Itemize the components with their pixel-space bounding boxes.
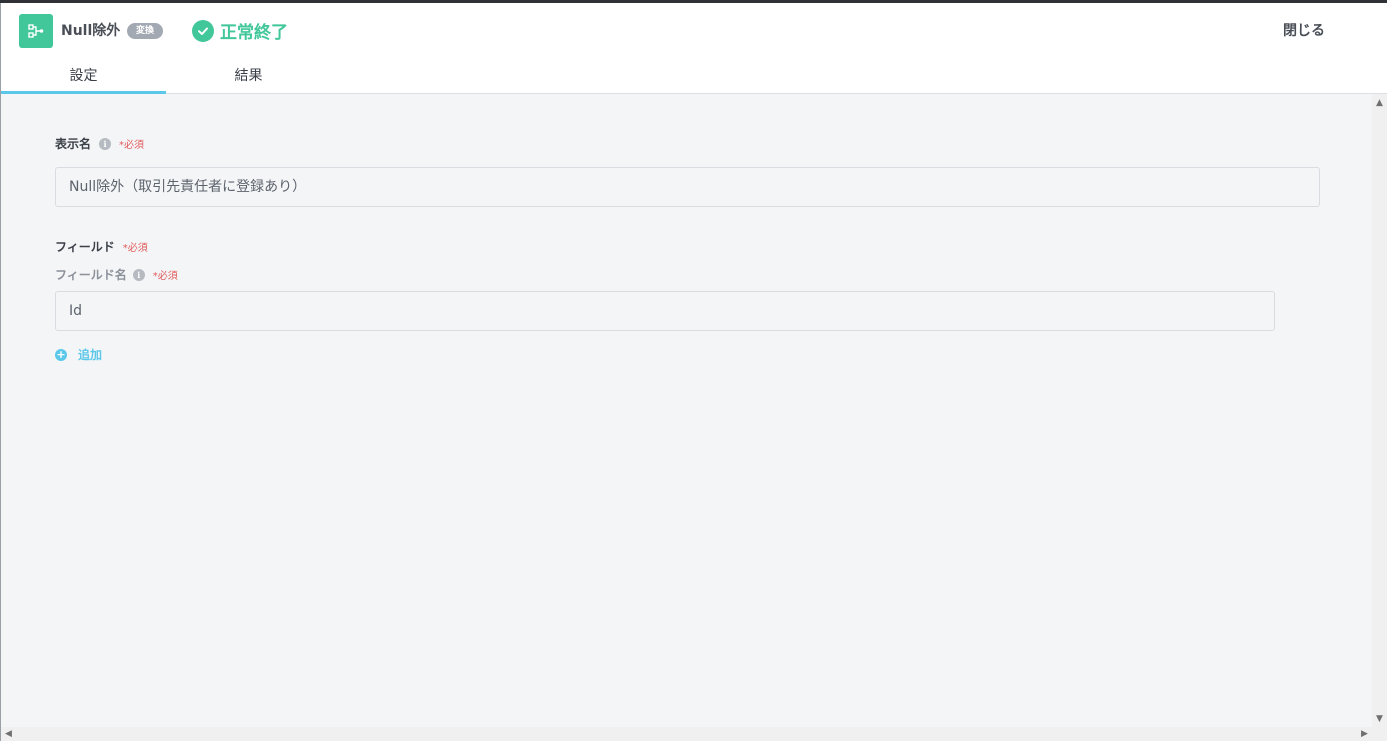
field-name-input[interactable]: Id (55, 291, 1275, 331)
display-name-label-row: 表示名 i *必須 (55, 135, 144, 152)
add-field-label: 追加 (78, 348, 103, 362)
scroll-up-arrow-icon[interactable]: ▲ (1376, 98, 1383, 108)
settings-form: 表示名 i *必須 Null除外（取引先責任者に登録あり） フィールド *必須 … (1, 94, 1372, 727)
tab-results[interactable]: 結果 (166, 65, 331, 94)
field-name-label: フィールド名 (55, 268, 127, 282)
required-marker: *必須 (122, 243, 148, 254)
display-name-label: 表示名 (55, 137, 92, 151)
display-name-input[interactable]: Null除外（取引先責任者に登録あり） (55, 167, 1320, 207)
panel-header: Null除外 変換 正常終了 閉じる 設定 結果 (1, 3, 1387, 94)
node-type-badge: 変換 (127, 23, 164, 39)
info-icon[interactable]: i (132, 268, 145, 281)
flow-node-icon (19, 14, 53, 48)
fields-label: フィールド (55, 240, 115, 254)
execution-status: 正常終了 (192, 18, 288, 43)
node-title: Null除外 (61, 23, 121, 39)
scroll-right-arrow-icon[interactable]: ▶ (1361, 729, 1368, 739)
check-circle-icon (192, 19, 214, 42)
plus-circle-icon: + (55, 347, 67, 361)
required-marker: *必須 (152, 271, 178, 282)
add-field-button[interactable]: + 追加 (55, 346, 102, 363)
required-marker: *必須 (119, 140, 145, 151)
status-text: 正常終了 (220, 23, 288, 43)
horizontal-scrollbar[interactable]: ◀ ▶ (1, 727, 1387, 741)
scroll-down-arrow-icon[interactable]: ▼ (1376, 714, 1383, 724)
close-button[interactable]: 閉じる (1283, 20, 1325, 40)
tab-settings[interactable]: 設定 (1, 65, 166, 94)
info-icon[interactable]: i (99, 137, 112, 150)
scroll-left-arrow-icon[interactable]: ◀ (5, 729, 12, 739)
vertical-scrollbar[interactable]: ▲ ▼ (1372, 94, 1387, 727)
field-name-label-row: フィールド名 i *必須 (55, 266, 178, 283)
fields-label-row: フィールド *必須 (55, 238, 148, 255)
node-settings-panel: Null除外 変換 正常終了 閉じる 設定 結果 表示名 i *必須 Null除… (0, 3, 1387, 741)
